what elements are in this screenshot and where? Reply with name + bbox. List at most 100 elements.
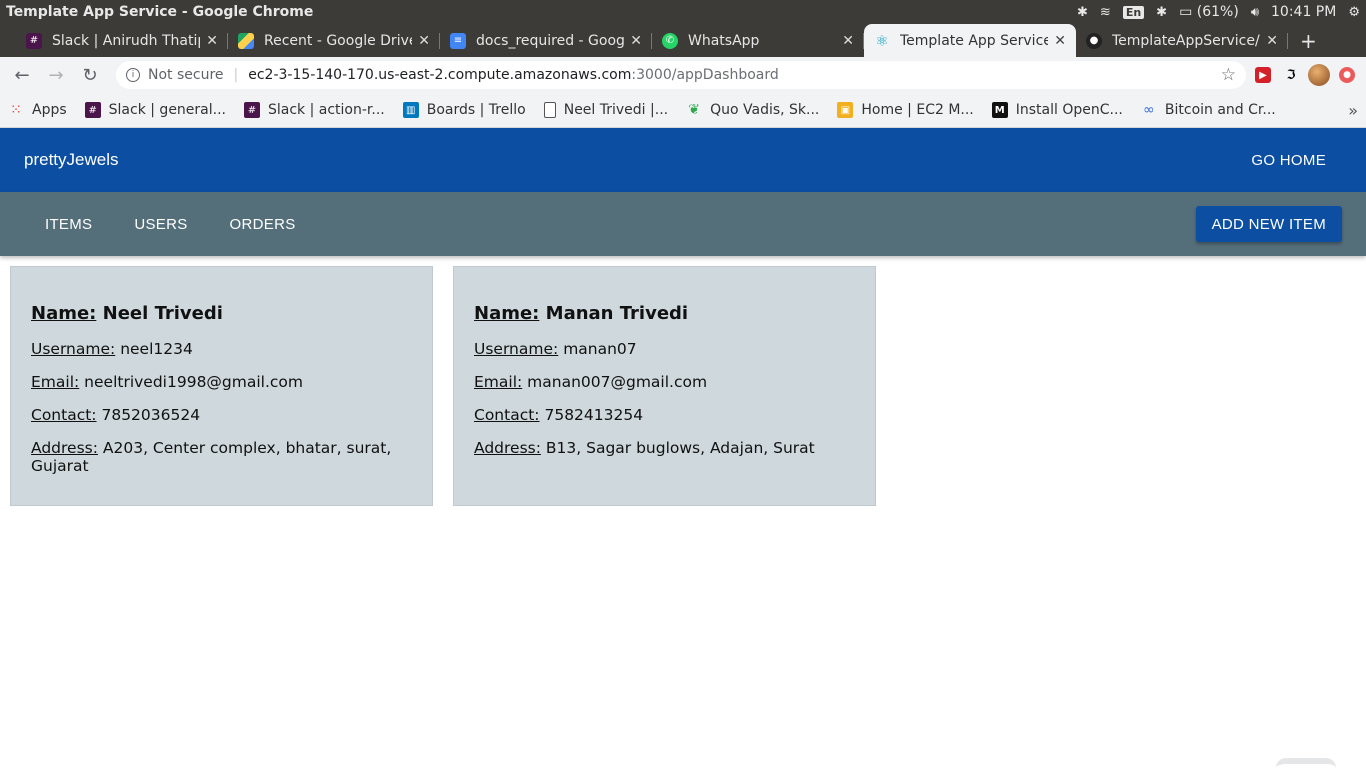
tab-title: Slack | Anirudh Thatip [52,32,201,49]
bluetooth-icon[interactable]: ✱ [1156,5,1167,20]
browser-tab[interactable]: ● TemplateAppService/ ✕ [1076,24,1288,57]
bluetooth-icon[interactable]: ✱ [1077,5,1088,20]
user-address: B13, Sagar buglows, Adajan, Surat [545,439,815,457]
extension-button[interactable]: ℑ [1280,64,1302,86]
nav-links: ITEMS USERS ORDERS [24,208,317,241]
close-icon[interactable]: ✕ [206,33,218,49]
bookmark-item[interactable]: ▣ Home | EC2 M... [837,102,974,118]
user-username-row: Username: manan07 [474,340,855,358]
new-tab-button[interactable]: + [1288,24,1329,57]
bookmark-label: Boards | Trello [426,102,526,118]
page-icon [543,102,556,118]
slack-icon: # [84,102,101,118]
bookmark-label: Slack | general... [108,102,226,118]
contact-label: Contact: [474,406,540,424]
chevron-right-icon[interactable]: » [1348,101,1358,120]
add-new-item-button[interactable]: ADD NEW ITEM [1195,206,1342,242]
bookmark-label: Apps [32,102,67,118]
medium-icon: M [991,102,1008,118]
user-name: Manan Trivedi [545,303,689,324]
gear-icon[interactable]: ⚙ [1348,5,1360,20]
user-address-row: Address: B13, Sagar buglows, Adajan, Sur… [474,439,855,457]
extension-button[interactable]: ● [1336,64,1358,86]
bookmark-label: Install OpenC... [1015,102,1123,118]
tab-strip: # Slack | Anirudh Thatip ✕ Recent - Goog… [0,24,1366,57]
user-username: neel1234 [120,340,193,358]
bookmark-label: Slack | action-r... [268,102,385,118]
go-home-button[interactable]: GO HOME [1251,152,1326,169]
system-tray: ✱ ≋ En ✱ ▭ (61%) 🔊︎ 10:41 PM ⚙ [1077,4,1360,20]
tab-title: TemplateAppService/ [1112,32,1260,49]
address-label: Address: [474,439,541,457]
bookmarks-bar: ⁙ Apps # Slack | general... # Slack | ac… [0,93,1366,128]
bookmark-item[interactable]: M Install OpenC... [991,102,1123,118]
bookmark-label: Bitcoin and Cr... [1164,102,1276,118]
profile-avatar-button[interactable] [1308,64,1330,86]
bookmark-item[interactable]: Neel Trivedi |... [543,102,669,118]
volume-icon[interactable]: 🔊︎ [1251,5,1259,20]
nav-items[interactable]: ITEMS [24,208,113,241]
forward-button[interactable]: → [42,61,70,89]
browser-tab[interactable]: # Slack | Anirudh Thatip ✕ [16,24,228,57]
bookmark-item[interactable]: ∞ Bitcoin and Cr... [1141,102,1276,118]
nav-users[interactable]: USERS [113,208,208,241]
user-card-list: Name: Neel Trivedi Username: neel1234 Em… [0,256,1366,516]
nav-orders[interactable]: ORDERS [209,208,317,241]
window-title: Template App Service - Google Chrome [6,4,314,20]
user-username: manan07 [563,340,637,358]
url-path[interactable]: :3000/appDashboard [631,67,778,83]
tab-title: WhatsApp [688,32,760,49]
info-icon[interactable]: i [126,68,140,82]
bookmark-item[interactable]: ❦ Quo Vadis, Sk... [686,102,819,118]
address-bar[interactable]: i Not secure | ec2-3-15-140-170.us-east-… [116,61,1246,89]
browser-tab-active[interactable]: ⚛ Template App Service ✕ [864,24,1076,57]
bookmark-label: Quo Vadis, Sk... [710,102,820,118]
close-icon[interactable]: ✕ [630,33,642,49]
os-top-bar: Template App Service - Google Chrome ✱ ≋… [0,0,1366,24]
google-drive-icon [238,32,254,49]
user-name-row: Name: Neel Trivedi [31,303,412,324]
whatsapp-icon: ✆ [662,32,678,49]
link-icon: ∞ [1143,102,1155,118]
clock[interactable]: 10:41 PM [1271,4,1336,20]
close-icon[interactable]: ✕ [1266,33,1278,49]
close-icon[interactable]: ✕ [1054,33,1066,49]
wifi-icon[interactable]: ≋ [1100,5,1111,20]
battery-indicator[interactable]: ▭ (61%) [1179,4,1239,20]
bookmark-item[interactable]: ▥ Boards | Trello [402,102,526,118]
react-icon: ⚛ [875,31,889,50]
contact-label: Contact: [31,406,97,424]
battery-percent: (61%) [1196,4,1239,20]
record-extension-icon: ● [1339,67,1355,83]
arrow-right-icon: → [48,64,64,86]
username-label: Username: [31,340,116,358]
reload-button[interactable]: ↻ [76,61,104,89]
dashboard-nav: ITEMS USERS ORDERS ADD NEW ITEM [0,192,1366,256]
slack-icon: # [26,32,42,49]
user-card: Name: Neel Trivedi Username: neel1234 Em… [10,266,433,506]
extension-button[interactable]: ▶ [1252,64,1274,86]
bookmark-item[interactable]: # Slack | action-r... [244,102,385,118]
user-username-row: Username: neel1234 [31,340,412,358]
bookmark-label: Home | EC2 M... [861,102,974,118]
language-indicator[interactable]: En [1122,5,1145,19]
user-contact-row: Contact: 7852036524 [31,406,412,424]
name-label: Name: [474,303,540,324]
address-label: Address: [31,439,98,457]
close-icon[interactable]: ✕ [842,33,854,49]
back-button[interactable]: ← [8,61,36,89]
close-icon[interactable]: ✕ [418,33,430,49]
browser-tab[interactable]: ≡ docs_required - Goog ✕ [440,24,652,57]
video-extension-icon: ▶ [1255,67,1271,83]
bookmark-star-icon[interactable]: ☆ [1221,65,1236,85]
bookmark-item[interactable]: # Slack | general... [84,102,226,118]
security-label[interactable]: Not secure [148,67,224,83]
bookmark-label: Neel Trivedi |... [563,102,669,118]
bookmark-apps[interactable]: ⁙ Apps [8,102,67,118]
user-name: Neel Trivedi [102,303,223,324]
user-contact: 7582413254 [544,406,644,424]
browser-tab[interactable]: Recent - Google Drive ✕ [228,24,440,57]
url-host[interactable]: ec2-3-15-140-170.us-east-2.compute.amazo… [248,67,631,83]
brand-logo[interactable]: prettyJewels [24,150,118,170]
browser-tab[interactable]: ✆ WhatsApp ✕ [652,24,864,57]
